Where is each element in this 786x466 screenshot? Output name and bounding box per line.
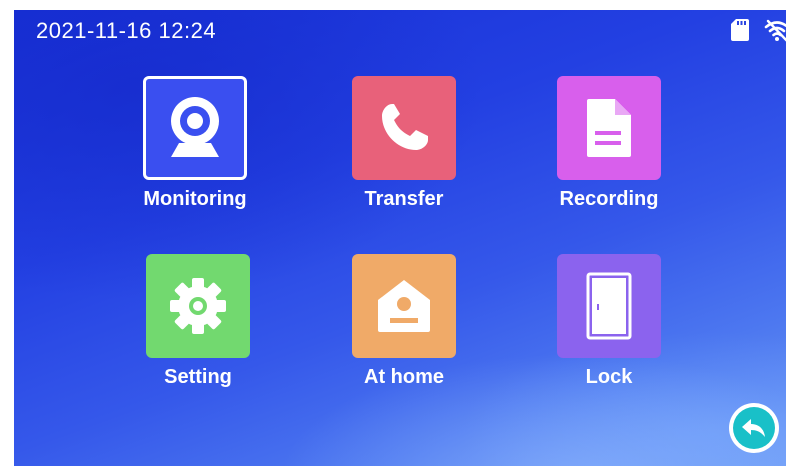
at-home-tile[interactable] xyxy=(352,254,456,358)
datetime-display: 2021-11-16 12:24 xyxy=(36,18,217,43)
sd-card-icon xyxy=(731,19,749,41)
app-transfer[interactable]: Transfer xyxy=(304,76,504,226)
gear-icon xyxy=(170,278,226,334)
back-arrow-icon xyxy=(742,419,765,437)
at-home-label: At home xyxy=(364,366,444,388)
status-bar: 2021-11-16 12:24 xyxy=(14,10,786,54)
transfer-tile[interactable] xyxy=(352,76,456,180)
house-icon xyxy=(378,280,430,332)
home-screen: 2021-11-16 12:24 Monitoring Transfer Rec… xyxy=(14,10,786,466)
camera-icon xyxy=(171,97,219,157)
transfer-label: Transfer xyxy=(364,188,444,210)
back-button-circle[interactable] xyxy=(733,407,775,449)
lock-tile[interactable] xyxy=(557,254,661,358)
phone-icon xyxy=(382,104,428,150)
app-lock[interactable]: Lock xyxy=(509,254,709,404)
recording-label: Recording xyxy=(559,188,659,210)
lock-label: Lock xyxy=(585,366,633,388)
app-setting[interactable]: Setting xyxy=(98,254,298,404)
app-at-home[interactable]: At home xyxy=(304,254,504,404)
door-icon xyxy=(586,272,632,340)
setting-label: Setting xyxy=(164,366,232,388)
monitoring-tile[interactable] xyxy=(143,76,247,180)
recording-tile[interactable] xyxy=(557,76,661,180)
app-monitoring[interactable]: Monitoring xyxy=(95,76,295,226)
setting-tile[interactable] xyxy=(146,254,250,358)
app-recording[interactable]: Recording xyxy=(509,76,709,226)
document-icon xyxy=(587,99,631,157)
wifi-off-icon xyxy=(764,19,786,42)
monitoring-label: Monitoring xyxy=(143,188,247,210)
back-button[interactable] xyxy=(729,403,779,453)
